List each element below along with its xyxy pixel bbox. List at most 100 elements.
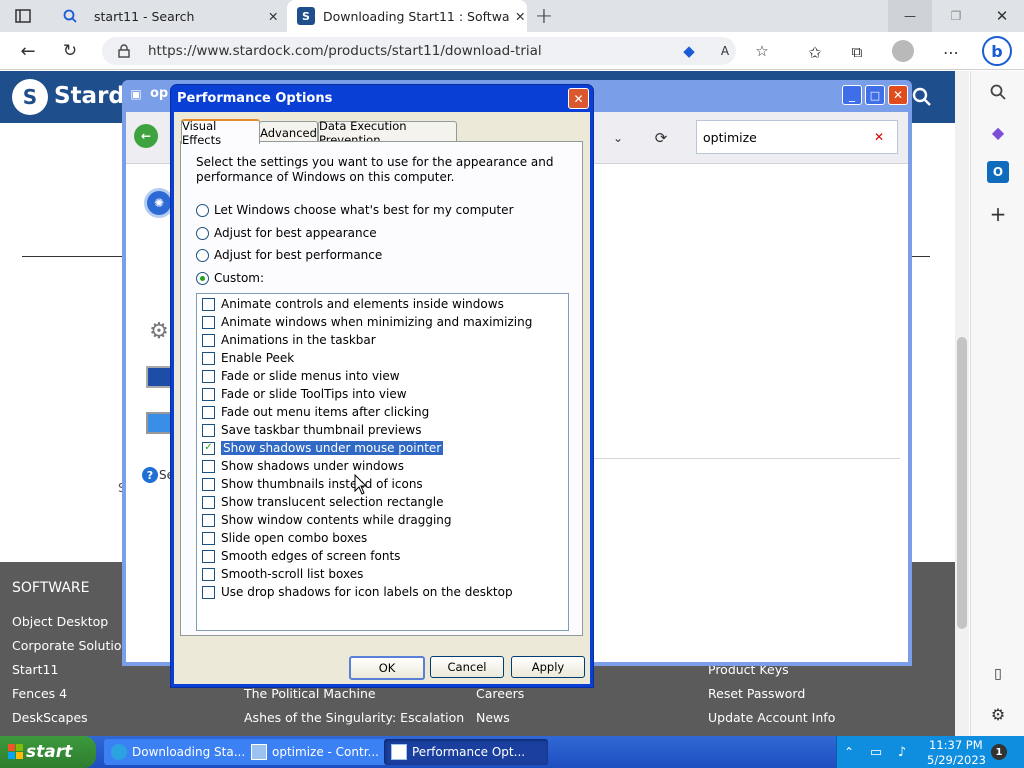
control-panel-search[interactable]: optimize ✕ [696, 120, 898, 154]
option-row[interactable]: Save taskbar thumbnail previews [202, 422, 421, 438]
footer-link[interactable]: Careers [476, 686, 524, 701]
maximize-icon[interactable]: □ [865, 85, 885, 105]
option-row[interactable]: Show thumbnails instead of icons [202, 476, 423, 492]
footer-link[interactable]: DeskScapes [12, 710, 88, 725]
option-row[interactable]: Fade or slide menus into view [202, 368, 400, 384]
checkbox[interactable] [202, 315, 215, 329]
footer-link[interactable]: Fences 4 [12, 686, 67, 701]
option-row[interactable]: Show shadows under windows [202, 458, 404, 474]
checkbox[interactable] [202, 477, 215, 491]
back-icon[interactable]: ← [134, 124, 158, 148]
footer-link[interactable]: Object Desktop [12, 614, 108, 629]
tab-advanced[interactable]: Advanced [259, 121, 318, 143]
option-row[interactable]: Show translucent selection rectangle [202, 494, 444, 510]
checkbox[interactable] [202, 333, 215, 347]
close-icon[interactable]: ✕ [980, 0, 1024, 32]
radio-circle[interactable] [196, 271, 209, 285]
checkbox[interactable] [202, 459, 215, 473]
collections-icon[interactable]: ⧉ [846, 41, 868, 63]
option-row[interactable]: Animate controls and elements inside win… [202, 296, 504, 312]
sidebar-toggle-icon[interactable]: ▯ [987, 663, 1009, 685]
tab-data-execution-prevention[interactable]: Data Execution Prevention [318, 119, 457, 147]
coupon-icon[interactable]: ◆ [680, 42, 698, 60]
minimize-icon[interactable]: _ [842, 85, 862, 105]
option-row[interactable]: Fade or slide ToolTips into view [202, 386, 407, 402]
checkbox[interactable] [202, 369, 215, 383]
checkbox[interactable] [202, 297, 215, 311]
outlook-icon[interactable]: O [987, 161, 1009, 183]
page-scrollbar[interactable] [955, 71, 969, 736]
checkbox[interactable] [202, 549, 215, 563]
chevron-down-icon[interactable]: ⌄ [610, 130, 626, 146]
search-icon[interactable] [987, 81, 1009, 103]
close-tab-icon[interactable]: ✕ [268, 9, 278, 24]
add-icon[interactable]: + [987, 202, 1009, 226]
minimize-icon[interactable]: — [888, 0, 932, 32]
read-aloud-icon[interactable]: A [716, 42, 734, 60]
checkbox[interactable]: ✓ [202, 441, 215, 455]
radio-best-performance[interactable]: Adjust for best performance [196, 248, 382, 262]
notification-icon[interactable]: 1 [991, 744, 1007, 760]
gear-icon[interactable]: ⚙ [987, 703, 1009, 725]
checkbox[interactable] [202, 513, 215, 527]
footer-link[interactable]: Reset Password [708, 686, 805, 701]
footer-link[interactable]: News [476, 710, 510, 725]
option-row[interactable]: Fade out menu items after clicking [202, 404, 429, 420]
radio-circle[interactable] [196, 203, 209, 217]
option-row[interactable]: Show window contents while dragging [202, 512, 452, 528]
checkbox[interactable] [202, 567, 215, 581]
network-icon[interactable]: ▭ [867, 744, 885, 760]
refresh-icon[interactable]: ⟳ [652, 129, 670, 147]
ok-button[interactable]: OK [349, 656, 425, 680]
checkbox[interactable] [202, 585, 215, 599]
radio-custom[interactable]: Custom: [196, 271, 264, 285]
favorite-icon[interactable]: ☆ [752, 41, 772, 61]
checkbox[interactable] [202, 423, 215, 437]
option-row[interactable]: Animations in the taskbar [202, 332, 376, 348]
start-button[interactable]: start [0, 736, 96, 768]
site-search-icon[interactable] [910, 85, 934, 109]
radio-circle[interactable] [196, 226, 209, 240]
refresh-icon[interactable]: ↻ [56, 38, 84, 64]
bing-icon[interactable]: b [982, 36, 1012, 66]
new-tab-icon[interactable]: + [532, 4, 556, 29]
footer-link[interactable]: The Political Machine [244, 686, 376, 701]
copilot-icon[interactable]: ◆ [987, 121, 1009, 143]
option-row[interactable]: Animate windows when minimizing and maxi… [202, 314, 532, 330]
clock-date[interactable]: 5/29/2023 [927, 753, 986, 767]
checkbox[interactable] [202, 387, 215, 401]
option-row[interactable]: Smooth-scroll list boxes [202, 566, 363, 582]
search-input[interactable]: optimize [703, 130, 757, 145]
radio-circle[interactable] [196, 248, 209, 262]
radio-best-appearance[interactable]: Adjust for best appearance [196, 226, 377, 240]
clear-search-icon[interactable]: ✕ [871, 129, 887, 145]
taskbar-item-performance-options[interactable]: Performance Opt... [384, 739, 548, 765]
cancel-button[interactable]: Cancel [430, 656, 504, 678]
chevron-up-icon[interactable]: ⌃ [841, 744, 857, 760]
option-row[interactable]: Smooth edges of screen fonts [202, 548, 400, 564]
option-row[interactable]: Use drop shadows for icon labels on the … [202, 584, 513, 600]
close-icon[interactable]: ✕ [568, 88, 589, 109]
more-options-icon[interactable]: ⋯ [940, 41, 962, 63]
browser-tab-search[interactable]: start11 - Search ✕ [50, 0, 286, 32]
checkbox[interactable] [202, 351, 215, 365]
footer-link[interactable]: Start11 [12, 662, 58, 677]
checkbox[interactable] [202, 531, 215, 545]
footer-link[interactable]: Corporate Solutions [12, 638, 136, 653]
tab-visual-effects[interactable]: Visual Effects [181, 119, 260, 147]
option-row[interactable]: Enable Peek [202, 350, 294, 366]
volume-icon[interactable]: ♪ [893, 744, 911, 760]
apply-button[interactable]: Apply [511, 656, 585, 678]
address-bar[interactable]: https://www.stardock.com/products/start1… [102, 37, 769, 65]
close-icon[interactable]: ✕ [888, 85, 908, 105]
checkbox[interactable] [202, 405, 215, 419]
scrollbar-thumb[interactable] [957, 337, 967, 629]
option-row[interactable]: Slide open combo boxes [202, 530, 367, 546]
help-icon[interactable]: ? [142, 467, 158, 483]
clock-time[interactable]: 11:37 PM [929, 738, 983, 752]
close-tab-icon[interactable]: ✕ [515, 9, 525, 24]
tab-actions-icon[interactable] [12, 6, 34, 26]
back-icon[interactable]: ← [14, 38, 42, 64]
footer-link[interactable]: Ashes of the Singularity: Escalation [244, 710, 464, 725]
restore-icon[interactable]: ❐ [934, 0, 978, 32]
